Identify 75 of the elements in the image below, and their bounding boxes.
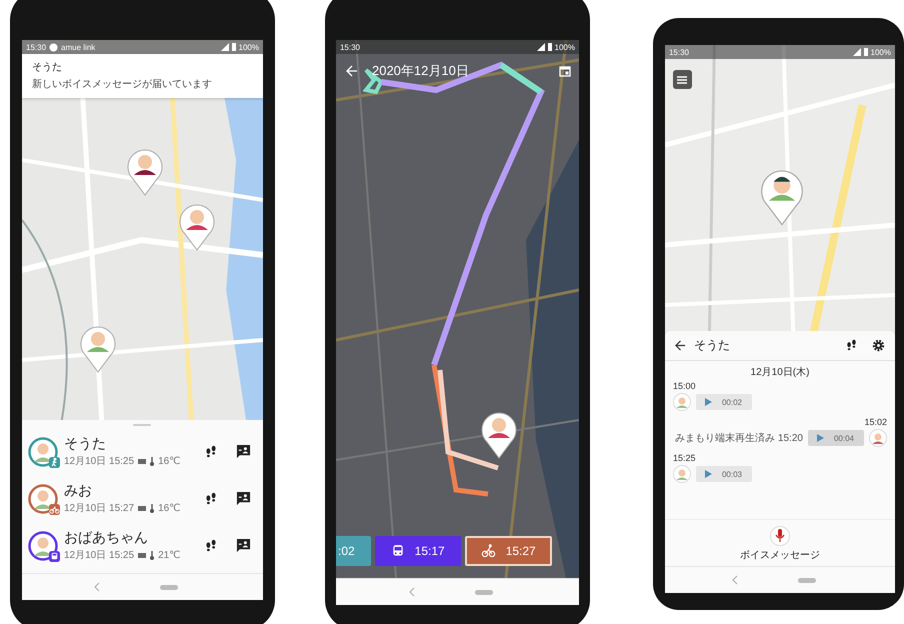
battery-icon [864, 48, 868, 56]
thermometer-icon [150, 504, 154, 512]
member-name: みお [64, 482, 93, 500]
microphone-button[interactable] [770, 526, 790, 546]
thermometer-icon [150, 550, 154, 560]
train-icon [390, 544, 405, 558]
menu-icon [677, 76, 688, 84]
avatar-icon [869, 429, 887, 447]
temperature: 16℃ [158, 456, 180, 466]
walker-icon [49, 456, 60, 468]
voice-message-bubble[interactable]: 00:02 [696, 394, 752, 410]
voice-message-bubble[interactable]: 00:03 [696, 466, 752, 482]
footprints-icon [204, 492, 218, 506]
member-name: そうた [64, 435, 107, 453]
settings-button[interactable] [870, 337, 887, 354]
last-updated: 12月10日 15:25 [64, 549, 134, 562]
last-updated: 12月10日 15:25 [64, 455, 134, 468]
battery-icon [548, 43, 552, 51]
chat-person-icon [236, 491, 251, 506]
status-time: 15:30 [668, 48, 689, 56]
last-updated: 12月10日 15:27 [64, 502, 134, 515]
footprints-icon [204, 538, 218, 552]
status-app-name: amue link [61, 42, 96, 52]
menu-button[interactable] [672, 70, 692, 89]
bicycle-icon [480, 544, 496, 558]
battery-level: 100% [870, 48, 891, 56]
microphone-icon [774, 529, 785, 543]
date-title: 2020年12月10日 [372, 62, 469, 80]
back-arrow-icon[interactable] [674, 340, 686, 351]
footprints-icon [204, 444, 218, 458]
notification-card[interactable]: そうた 新しいボイスメッセージが届いています [22, 54, 263, 98]
signal-icon [536, 43, 544, 51]
play-icon [704, 398, 712, 406]
play-icon [816, 434, 824, 442]
battery-icon [138, 552, 146, 558]
battery-icon [232, 43, 236, 51]
route-segment-chip[interactable]: 15:17 [374, 536, 461, 566]
chat-person-icon [236, 538, 251, 553]
signal-icon [220, 43, 229, 51]
thermometer-icon [150, 456, 154, 466]
drag-handle[interactable] [133, 424, 152, 426]
chat-date: 12月10日(木) [750, 366, 810, 379]
temperature: 16℃ [158, 502, 180, 514]
calendar-icon[interactable] [558, 65, 571, 77]
member-avatar[interactable] [28, 530, 58, 560]
footprints-icon [845, 339, 858, 352]
notification-message: 新しいボイスメッセージが届いています [32, 78, 213, 91]
contact-name: そうた [694, 337, 730, 354]
avatar-icon [672, 393, 691, 411]
battery-level: 100% [554, 42, 575, 52]
voice-message-bubble[interactable]: 00:04 [808, 430, 864, 446]
battery-icon [138, 506, 146, 510]
member-avatar[interactable] [28, 484, 58, 514]
route-segment-chip[interactable]: :02 [336, 536, 371, 566]
battery-icon [138, 458, 146, 464]
voice-message-label: ボイスメッセージ [740, 549, 820, 562]
play-icon [704, 470, 712, 478]
notification-title: そうた [32, 61, 63, 74]
member-name: おばあちゃん [64, 529, 149, 547]
route-segment-chip[interactable]: 15:27 [464, 536, 552, 566]
status-time: 15:30 [26, 42, 46, 52]
battery-level: 100% [238, 42, 259, 52]
read-status: みまもり端末再生済み 15:20 [675, 432, 803, 445]
message-time: 15:00 [672, 381, 696, 391]
bicycle-icon [49, 504, 60, 514]
train-icon [49, 550, 60, 562]
chat-person-icon [236, 444, 251, 459]
member-avatar[interactable] [28, 436, 58, 466]
temperature: 21℃ [158, 550, 180, 560]
avatar-icon [672, 465, 691, 483]
message-time: 15:02 [864, 417, 887, 427]
settings-icon [872, 339, 885, 352]
message-time: 15:25 [672, 453, 696, 463]
status-time: 15:30 [340, 42, 360, 52]
signal-icon [852, 48, 861, 56]
